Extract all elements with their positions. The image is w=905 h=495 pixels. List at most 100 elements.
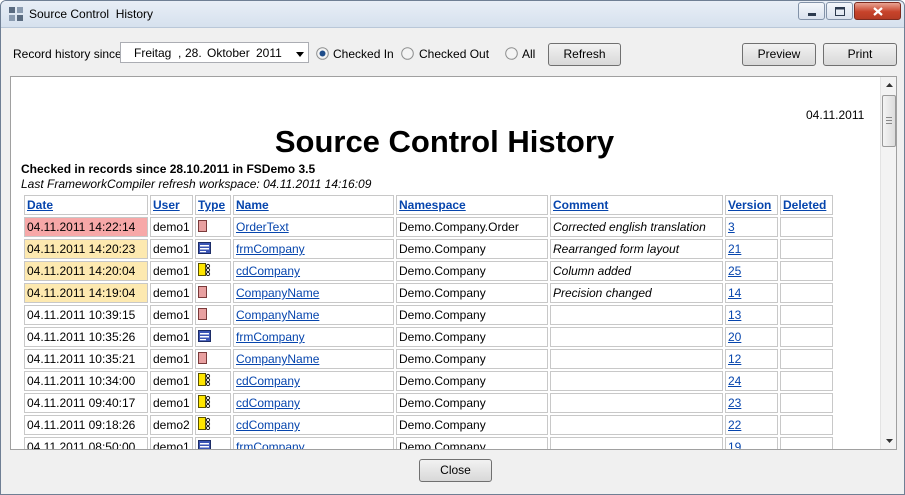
radio-checked-in[interactable] [316, 47, 329, 60]
scrollbar-thumb[interactable] [882, 95, 896, 147]
column-header-comment[interactable]: Comment [550, 195, 723, 215]
scroll-down-arrow-icon[interactable] [881, 433, 896, 449]
radio-checked-out-label[interactable]: Checked Out [419, 47, 489, 61]
row-name-link[interactable]: cdCompany [236, 374, 300, 388]
column-header-namespace[interactable]: Namespace [396, 195, 548, 215]
row-name: cdCompany [233, 415, 394, 435]
row-deleted [780, 393, 833, 413]
row-version-link[interactable]: 12 [728, 352, 741, 366]
row-type [195, 371, 231, 391]
maximize-button[interactable] [826, 2, 853, 20]
close-window-button[interactable] [854, 2, 901, 20]
row-name-link[interactable]: cdCompany [236, 418, 300, 432]
row-namespace: Demo.Company [396, 415, 548, 435]
row-namespace: Demo.Company [396, 261, 548, 281]
radio-checked-out[interactable] [401, 47, 414, 60]
sort-name-link[interactable]: Name [236, 198, 269, 212]
row-user: demo2 [150, 415, 193, 435]
row-namespace: Demo.Company [396, 283, 548, 303]
row-version: 22 [725, 415, 778, 435]
row-version-link[interactable]: 3 [728, 220, 735, 234]
sort-comment-link[interactable]: Comment [553, 198, 608, 212]
sort-version-link[interactable]: Version [728, 198, 771, 212]
dropdown-arrow-icon[interactable] [294, 48, 306, 58]
sort-date-link[interactable]: Date [27, 198, 53, 212]
row-version-link[interactable]: 22 [728, 418, 741, 432]
row-version-link[interactable]: 20 [728, 330, 741, 344]
row-namespace: Demo.Company [396, 349, 548, 369]
row-name-link[interactable]: cdCompany [236, 264, 300, 278]
row-name-link[interactable]: frmCompany [236, 242, 305, 256]
row-name-link[interactable]: cdCompany [236, 396, 300, 410]
row-name: cdCompany [233, 261, 394, 281]
row-namespace: Demo.Company.Order [396, 217, 548, 237]
scroll-up-arrow-icon[interactable] [881, 77, 896, 93]
title-bar[interactable]: Source Control History [1, 1, 904, 28]
date-year[interactable]: 2011 [256, 46, 282, 60]
row-name-link[interactable]: CompanyName [236, 352, 319, 366]
sort-deleted-link[interactable]: Deleted [783, 198, 826, 212]
row-user: demo1 [150, 349, 193, 369]
report-view[interactable]: 04.11.2011 Source Control History Checke… [10, 76, 897, 450]
source-control-history-window: Source Control History Record history si… [0, 0, 905, 495]
column-header-type[interactable]: Type [195, 195, 231, 215]
refresh-button[interactable]: Refresh [548, 43, 621, 66]
row-name-link[interactable]: frmCompany [236, 330, 305, 344]
row-user: demo1 [150, 327, 193, 347]
window-title: Source Control History [29, 7, 154, 21]
row-version-link[interactable]: 19 [728, 440, 741, 449]
column-header-date[interactable]: Date [24, 195, 148, 215]
row-version: 20 [725, 327, 778, 347]
column-header-version[interactable]: Version [725, 195, 778, 215]
row-type [195, 217, 231, 237]
radio-checked-in-label[interactable]: Checked In [333, 47, 394, 61]
row-date: 04.11.2011 14:20:23 [24, 239, 148, 259]
history-table: Date User Type Name Namespace Comment Ve… [22, 193, 835, 449]
date-weekday[interactable]: Freitag [134, 46, 171, 60]
row-user: demo1 [150, 217, 193, 237]
row-name-link[interactable]: CompanyName [236, 308, 319, 322]
row-version-link[interactable]: 24 [728, 374, 741, 388]
toolbar: Record history since Freitag , 28. Oktob… [1, 28, 904, 76]
print-button[interactable]: Print [823, 43, 897, 66]
app-grid-icon [9, 7, 23, 21]
preview-button[interactable]: Preview [742, 43, 816, 66]
minimize-button[interactable] [798, 2, 825, 20]
radio-all-label[interactable]: All [522, 47, 535, 61]
sort-type-link[interactable]: Type [198, 198, 225, 212]
row-comment [550, 305, 723, 325]
sort-user-link[interactable]: User [153, 198, 180, 212]
column-header-name[interactable]: Name [233, 195, 394, 215]
table-row: 04.11.2011 14:20:23 demo1 frmCompany Demo.C… [24, 239, 833, 259]
row-name-link[interactable]: CompanyName [236, 286, 319, 300]
row-name: frmCompany [233, 327, 394, 347]
row-version-link[interactable]: 21 [728, 242, 741, 256]
row-deleted [780, 327, 833, 347]
row-version-link[interactable]: 23 [728, 396, 741, 410]
row-namespace: Demo.Company [396, 393, 548, 413]
row-version-link[interactable]: 14 [728, 286, 741, 300]
radio-all[interactable] [505, 47, 518, 60]
row-version-link[interactable]: 13 [728, 308, 741, 322]
date-separator: , [178, 46, 182, 60]
column-header-deleted[interactable]: Deleted [780, 195, 833, 215]
row-name-link[interactable]: OrderText [236, 220, 289, 234]
row-namespace: Demo.Company [396, 327, 548, 347]
row-type [195, 437, 231, 449]
row-name: frmCompany [233, 239, 394, 259]
table-row: 04.11.2011 10:34:00 demo1 cdCompany Demo.Co… [24, 371, 833, 391]
date-picker[interactable]: Freitag , 28. Oktober 2011 [120, 42, 309, 63]
sort-namespace-link[interactable]: Namespace [399, 198, 466, 212]
column-header-user[interactable]: User [150, 195, 193, 215]
row-comment [550, 415, 723, 435]
date-month[interactable]: Oktober [207, 46, 250, 60]
row-deleted [780, 283, 833, 303]
row-name: cdCompany [233, 371, 394, 391]
close-button[interactable]: Close [419, 459, 492, 482]
row-user: demo1 [150, 305, 193, 325]
row-name-link[interactable]: frmCompany [236, 440, 305, 449]
date-day[interactable]: 28. [185, 46, 202, 60]
row-version-link[interactable]: 25 [728, 264, 741, 278]
row-namespace: Demo.Company [396, 305, 548, 325]
vertical-scrollbar[interactable] [880, 77, 896, 449]
